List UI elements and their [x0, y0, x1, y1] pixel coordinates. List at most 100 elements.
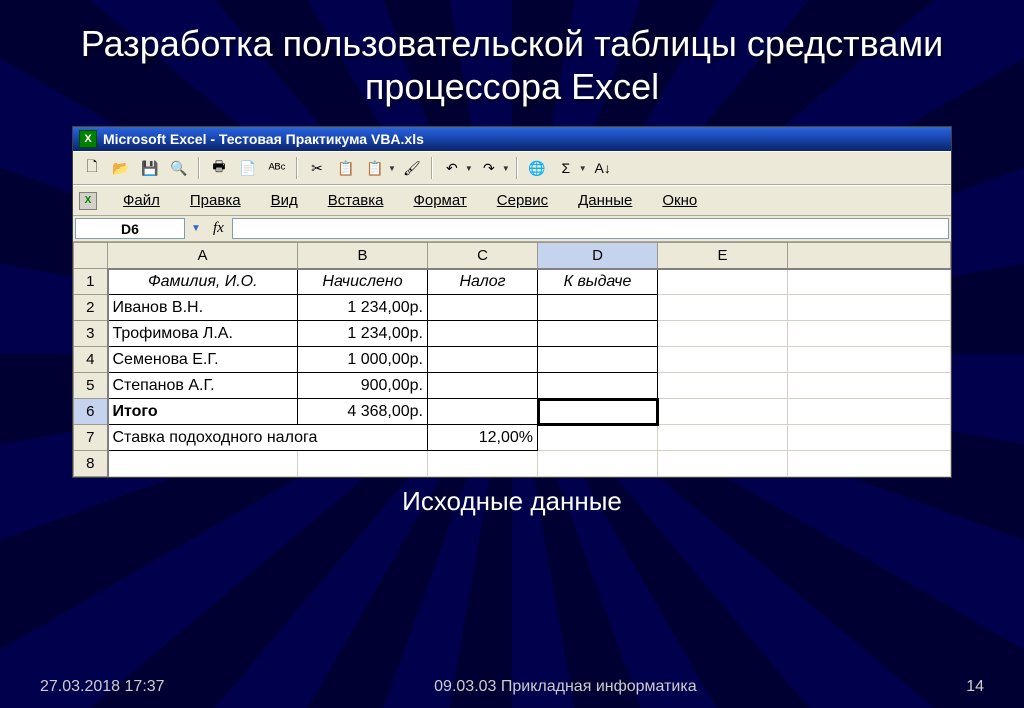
- cell[interactable]: [108, 451, 298, 477]
- cell[interactable]: [658, 451, 788, 477]
- sort-button[interactable]: A↓: [590, 156, 616, 180]
- format-painter-button[interactable]: 🖌: [399, 156, 425, 180]
- fx-button[interactable]: fx: [205, 216, 232, 241]
- cell[interactable]: [788, 373, 951, 399]
- cell[interactable]: К выдаче: [538, 269, 658, 295]
- cell[interactable]: Итого: [108, 399, 298, 425]
- cut-button[interactable]: ✂: [304, 156, 330, 180]
- cell[interactable]: [788, 425, 951, 451]
- col-header-D[interactable]: D: [538, 243, 658, 269]
- col-header-B[interactable]: B: [298, 243, 428, 269]
- cell[interactable]: [658, 295, 788, 321]
- cell[interactable]: 1 234,00р.: [298, 295, 428, 321]
- cell[interactable]: Ставка подоходного налога: [108, 425, 428, 451]
- new-file-button[interactable]: 🗋: [79, 156, 105, 180]
- print-preview-button[interactable]: 📄: [235, 156, 261, 180]
- menu-tools[interactable]: Сервис: [483, 190, 562, 211]
- cell[interactable]: 4 368,00р.: [298, 399, 428, 425]
- cell[interactable]: 900,00р.: [298, 373, 428, 399]
- menu-file[interactable]: Файл: [109, 190, 174, 211]
- cell[interactable]: [788, 321, 951, 347]
- open-file-button[interactable]: 📂: [108, 156, 134, 180]
- toolbar-separator: [431, 157, 433, 179]
- cell[interactable]: [788, 295, 951, 321]
- cell[interactable]: [658, 373, 788, 399]
- menu-edit[interactable]: Правка: [176, 190, 255, 211]
- row-header[interactable]: 2: [74, 295, 108, 321]
- excel-window: X Microsoft Excel - Тестовая Практикума …: [72, 126, 952, 478]
- select-all-corner[interactable]: [74, 243, 108, 269]
- cell[interactable]: [428, 373, 538, 399]
- menu-insert[interactable]: Вставка: [314, 190, 398, 211]
- menu-data[interactable]: Данные: [564, 190, 646, 211]
- row-header[interactable]: 6: [74, 399, 108, 425]
- cell[interactable]: Фамилия, И.О.: [108, 269, 298, 295]
- col-header-E[interactable]: E: [658, 243, 788, 269]
- cell[interactable]: [658, 425, 788, 451]
- menu-window[interactable]: Окно: [648, 190, 711, 211]
- cell[interactable]: 12,00%: [428, 425, 538, 451]
- copy-button[interactable]: 📋: [333, 156, 359, 180]
- print-button[interactable]: 🖶: [206, 156, 232, 180]
- cell[interactable]: [788, 347, 951, 373]
- row-header[interactable]: 3: [74, 321, 108, 347]
- row-header[interactable]: 5: [74, 373, 108, 399]
- cell[interactable]: [538, 425, 658, 451]
- cell[interactable]: [538, 347, 658, 373]
- cell[interactable]: [428, 347, 538, 373]
- col-header-rest[interactable]: [788, 243, 951, 269]
- name-box-dropdown-icon[interactable]: ▼: [187, 216, 205, 241]
- cell[interactable]: 1 000,00р.: [298, 347, 428, 373]
- cell[interactable]: [658, 399, 788, 425]
- footer-page-number: 14: [966, 678, 984, 696]
- name-box[interactable]: D6: [75, 218, 185, 239]
- cell[interactable]: [538, 295, 658, 321]
- cell[interactable]: [658, 321, 788, 347]
- cell[interactable]: [538, 451, 658, 477]
- row-header[interactable]: 8: [74, 451, 108, 477]
- formula-input[interactable]: [232, 218, 949, 239]
- cell[interactable]: Трофимова Л.А.: [108, 321, 298, 347]
- row-header[interactable]: 7: [74, 425, 108, 451]
- cell[interactable]: [788, 451, 951, 477]
- spellcheck-button[interactable]: ᴬᴮᶜ: [264, 156, 290, 180]
- cell[interactable]: [428, 295, 538, 321]
- slide-footer: 27.03.2018 17:37 09.03.03 Прикладная инф…: [0, 678, 1024, 696]
- undo-dropdown-icon[interactable]: ▼: [465, 164, 473, 173]
- paste-dropdown-icon[interactable]: ▼: [388, 164, 396, 173]
- row-header[interactable]: 4: [74, 347, 108, 373]
- cell[interactable]: Степанов А.Г.: [108, 373, 298, 399]
- redo-button[interactable]: ↷: [476, 156, 502, 180]
- cell[interactable]: Налог: [428, 269, 538, 295]
- paste-button[interactable]: 📋: [362, 156, 388, 180]
- cell[interactable]: [428, 451, 538, 477]
- cell[interactable]: [428, 399, 538, 425]
- search-button[interactable]: 🔍: [166, 156, 192, 180]
- active-cell[interactable]: [538, 399, 658, 425]
- cell[interactable]: [658, 269, 788, 295]
- cell[interactable]: [788, 269, 951, 295]
- cell[interactable]: Семенова Е.Г.: [108, 347, 298, 373]
- cell[interactable]: [538, 373, 658, 399]
- cell[interactable]: [428, 321, 538, 347]
- toolbar-separator: [516, 157, 518, 179]
- cell[interactable]: [538, 321, 658, 347]
- cell[interactable]: [658, 347, 788, 373]
- undo-button[interactable]: ↶: [439, 156, 465, 180]
- menu-view[interactable]: Вид: [257, 190, 312, 211]
- redo-dropdown-icon[interactable]: ▼: [502, 164, 510, 173]
- cell[interactable]: 1 234,00р.: [298, 321, 428, 347]
- hyperlink-button[interactable]: 🌐: [524, 156, 550, 180]
- cell[interactable]: [788, 399, 951, 425]
- autosum-dropdown-icon[interactable]: ▼: [579, 164, 587, 173]
- menu-format[interactable]: Формат: [399, 190, 480, 211]
- cell[interactable]: Иванов В.Н.: [108, 295, 298, 321]
- row-header[interactable]: 1: [74, 269, 108, 295]
- autosum-button[interactable]: Σ: [553, 156, 579, 180]
- cell[interactable]: [298, 451, 428, 477]
- workbook-icon[interactable]: X: [79, 192, 97, 210]
- cell[interactable]: Начислено: [298, 269, 428, 295]
- save-button[interactable]: 💾: [137, 156, 163, 180]
- col-header-A[interactable]: A: [108, 243, 298, 269]
- col-header-C[interactable]: C: [428, 243, 538, 269]
